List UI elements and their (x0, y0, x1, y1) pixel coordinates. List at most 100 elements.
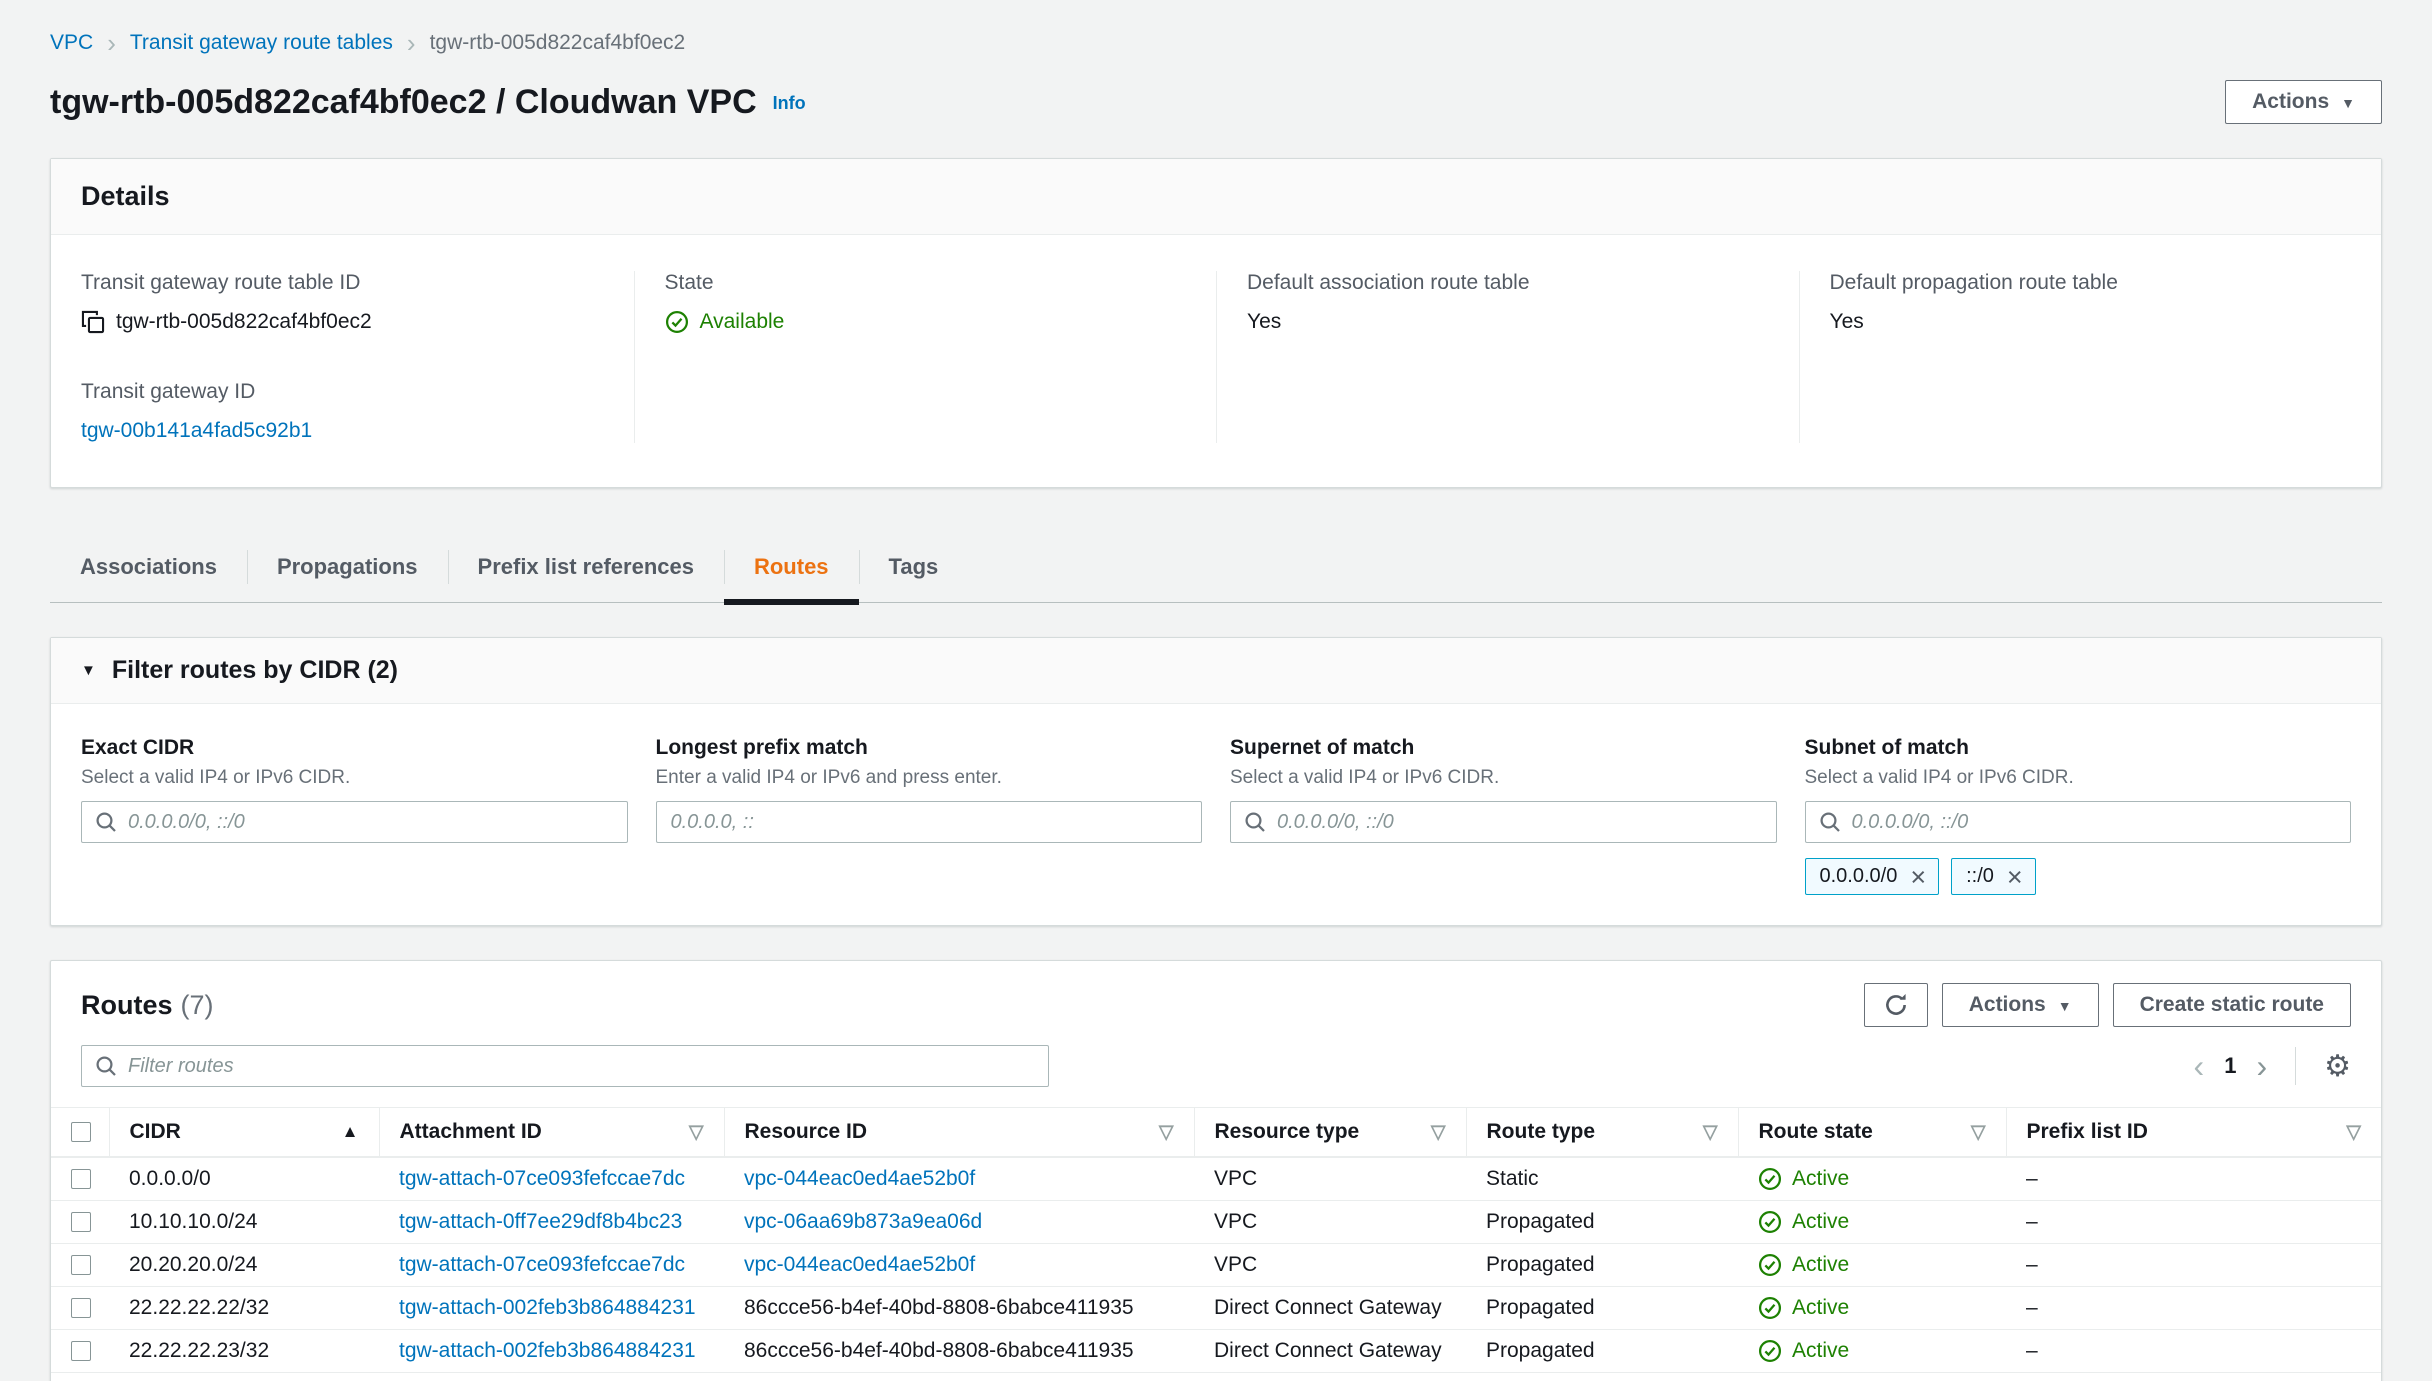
supernet-field: Supernet of match Select a valid IP4 or … (1230, 736, 1777, 895)
table-row: 20.20.20.0/24 tgw-attach-07ce093fefccae7… (51, 1243, 2381, 1287)
create-static-route-label: Create static route (2139, 993, 2324, 1016)
default-propagation-field: Default propagation route table Yes (1830, 271, 2352, 334)
tab-prefix-list-references[interactable]: Prefix list references (447, 540, 724, 602)
routes-card-header: Routes (7) Actions ▼ Create static route (51, 961, 2381, 1027)
filter-token-label: ::/0 (1966, 865, 1994, 887)
tab-propagations[interactable]: Propagations (246, 540, 448, 602)
breadcrumb: VPC › Transit gateway route tables › tgw… (50, 0, 2382, 56)
details-card-header: Details (51, 159, 2381, 235)
row-checkbox[interactable] (71, 1212, 91, 1233)
default-association-value: Yes (1247, 310, 1282, 333)
breadcrumb-vpc[interactable]: VPC (50, 31, 93, 55)
cell-resource-type: VPC (1194, 1200, 1466, 1244)
column-filter-icon[interactable]: ▽ (1431, 1121, 1446, 1144)
cell-prefix-list-id: – (2006, 1157, 2381, 1201)
breadcrumb-current: tgw-rtb-005d822caf4bf0ec2 (429, 31, 686, 54)
routes-actions-label: Actions (1968, 993, 2046, 1016)
resource-id-link[interactable]: vpc-06aa69b873a9ea06d (744, 1210, 982, 1233)
current-page[interactable]: 1 (2224, 1053, 2236, 1079)
column-header-route-type[interactable]: Route type ▽ (1465, 1107, 1738, 1158)
row-checkbox[interactable] (71, 1341, 91, 1362)
check-circle-icon (1758, 1339, 1782, 1363)
cell-cidr: 22.22.22.24/32 (109, 1372, 379, 1381)
token-dismiss-icon[interactable]: × (2007, 863, 2023, 890)
column-filter-icon[interactable]: ▽ (1971, 1121, 1986, 1144)
filter-routes-header[interactable]: ▼ Filter routes by CIDR (2) (51, 638, 2381, 704)
row-checkbox[interactable] (71, 1298, 91, 1319)
row-checkbox[interactable] (71, 1255, 91, 1276)
tab-routes[interactable]: Routes (723, 540, 859, 605)
cell-cidr: 22.22.22.22/32 (109, 1286, 379, 1330)
column-filter-icon[interactable]: ▽ (1159, 1121, 1174, 1144)
column-header-resource-type[interactable]: Resource type ▽ (1193, 1107, 1466, 1158)
exact-cidr-input[interactable] (81, 801, 628, 843)
cell-cidr: 10.10.10.0/24 (109, 1200, 379, 1244)
tab-tags[interactable]: Tags (858, 540, 969, 602)
longest-prefix-input[interactable] (655, 801, 1202, 843)
row-checkbox[interactable] (71, 1169, 91, 1190)
route-state-text: Active (1792, 1167, 1850, 1190)
exact-cidr-field: Exact CIDR Select a valid IP4 or IPv6 CI… (81, 736, 628, 895)
resource-id-link[interactable]: vpc-044eac0ed4ae52b0f (744, 1167, 975, 1190)
cell-route-type: Static (1466, 1157, 1738, 1201)
column-filter-icon[interactable]: ▽ (2346, 1121, 2361, 1144)
routes-actions-button[interactable]: Actions ▼ (1941, 983, 2099, 1027)
page-title: tgw-rtb-005d822caf4bf0ec2 / Cloudwan VPC… (50, 83, 806, 122)
token-dismiss-icon[interactable]: × (1910, 863, 1926, 890)
column-filter-icon[interactable]: ▽ (1703, 1121, 1718, 1144)
column-header-cidr[interactable]: CIDR ▲ (108, 1107, 379, 1158)
column-filter-icon[interactable]: ▽ (689, 1121, 704, 1144)
details-card: Details Transit gateway route table ID t… (50, 158, 2382, 488)
cell-resource-id: 86ccce56-b4ef-40bd-8808-6babce411935 (724, 1286, 1194, 1330)
subnet-input[interactable] (1804, 801, 2351, 843)
column-header-prefix-list-id[interactable]: Prefix list ID ▽ (2005, 1107, 2381, 1158)
column-label: Route type (1486, 1120, 1596, 1143)
route-table-id-text: tgw-rtb-005d822caf4bf0ec2 (116, 310, 372, 333)
caret-down-icon: ▼ (2341, 95, 2355, 111)
copy-icon[interactable] (81, 310, 105, 334)
attachment-id-link[interactable]: tgw-attach-07ce093fefccae7dc (399, 1167, 685, 1190)
cell-resource-id: 86ccce56-b4ef-40bd-8808-6babce411935 (724, 1372, 1194, 1381)
attachment-id-link[interactable]: tgw-attach-002feb3b864884231 (399, 1339, 696, 1362)
info-link[interactable]: Info (773, 93, 806, 114)
cell-route-type: Propagated (1466, 1200, 1738, 1244)
page-header: tgw-rtb-005d822caf4bf0ec2 / Cloudwan VPC… (50, 80, 2382, 124)
default-propagation-value: Yes (1829, 310, 1864, 333)
route-state-text: Active (1792, 1296, 1850, 1319)
column-header-route-state[interactable]: Route state ▽ (1737, 1107, 2006, 1158)
filter-routes-title: Filter routes by CIDR (2) (111, 656, 399, 684)
create-static-route-button[interactable]: Create static route (2112, 983, 2351, 1027)
state-value: Available (699, 310, 785, 333)
breadcrumb-separator-icon: › (107, 28, 116, 58)
attachment-id-link[interactable]: tgw-attach-0ff7ee29df8b4bc23 (399, 1210, 682, 1233)
cell-resource-type: VPC (1194, 1157, 1466, 1201)
breadcrumb-tgw-route-tables[interactable]: Transit gateway route tables (130, 31, 393, 55)
filter-token: 0.0.0.0/0 × (1804, 858, 1940, 895)
pagination: ‹ 1 › ⚙ (2194, 1047, 2351, 1085)
attachment-id-link[interactable]: tgw-attach-07ce093fefccae7dc (399, 1253, 685, 1276)
column-header-attachment-id[interactable]: Attachment ID ▽ (378, 1107, 724, 1158)
page-actions-button[interactable]: Actions ▼ (2225, 80, 2382, 124)
column-label: CIDR (129, 1120, 181, 1143)
cell-route-type: Propagated (1466, 1243, 1738, 1287)
resource-id-link[interactable]: vpc-044eac0ed4ae52b0f (744, 1253, 975, 1276)
previous-page-icon[interactable]: ‹ (2194, 1048, 2205, 1085)
select-all-checkbox[interactable] (71, 1122, 91, 1143)
transit-gateway-id-label: Transit gateway ID (81, 380, 256, 403)
supernet-input[interactable] (1230, 801, 1777, 843)
table-row: 22.22.22.22/32 tgw-attach-002feb3b864884… (51, 1286, 2381, 1330)
subnet-label: Subnet of match (1804, 736, 1970, 759)
check-circle-icon (1758, 1296, 1782, 1320)
attachment-id-link[interactable]: tgw-attach-002feb3b864884231 (399, 1296, 696, 1319)
next-page-icon[interactable]: › (2256, 1048, 2267, 1085)
transit-gateway-id-link[interactable]: tgw-00b141a4fad5c92b1 (81, 419, 312, 443)
column-label: Prefix list ID (2026, 1120, 2148, 1143)
column-header-resource-id[interactable]: Resource ID ▽ (723, 1107, 1194, 1158)
filter-routes-input[interactable] (81, 1045, 1049, 1087)
routes-title-text: Routes (81, 989, 173, 1020)
gear-icon[interactable]: ⚙ (2324, 1049, 2351, 1084)
filter-routes-card: ▼ Filter routes by CIDR (2) Exact CIDR S… (50, 637, 2382, 926)
tab-associations[interactable]: Associations (50, 540, 247, 602)
refresh-button[interactable] (1863, 983, 1928, 1027)
column-label: Resource ID (744, 1120, 868, 1143)
